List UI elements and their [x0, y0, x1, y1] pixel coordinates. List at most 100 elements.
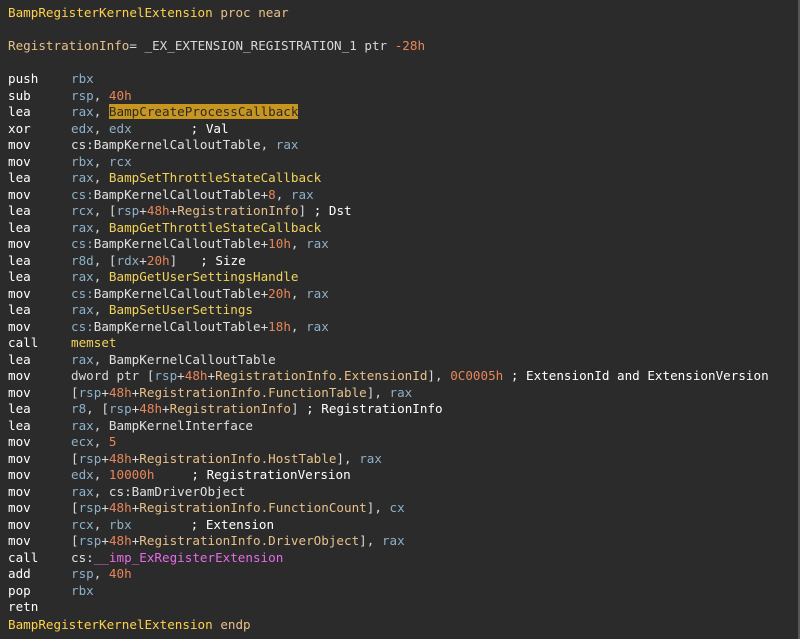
mnemonic: lea	[8, 219, 31, 235]
plus: +	[101, 500, 109, 515]
bracket: [	[71, 450, 79, 466]
disassembly-view[interactable]: BampRegisterKernelExtension proc near Re…	[0, 0, 800, 639]
separator: ,	[290, 318, 307, 334]
asm-line[interactable]: retn	[8, 599, 71, 615]
operand-reg: rsp	[78, 384, 102, 400]
separator: ,	[93, 417, 109, 433]
local-var-name[interactable]: RegistrationInfo	[8, 38, 129, 53]
operand-field[interactable]: RegistrationInfo.ExtensionId	[215, 368, 427, 383]
mnemonic: mov	[8, 450, 31, 466]
operand-symbol[interactable]: BampGetUserSettingsHandle	[109, 269, 299, 284]
asm-line[interactable]: push rbx	[8, 71, 94, 87]
separator: ,	[93, 467, 109, 482]
operand-reg: rax	[290, 186, 314, 202]
local-var-line[interactable]: RegistrationInfo= _EX_EXTENSION_REGISTRA…	[8, 38, 425, 54]
asm-line[interactable]: lea r8, [rsp+48h+RegistrationInfo] ; Regi…	[8, 401, 443, 417]
asm-line[interactable]: mov cs:BampKernelCalloutTable, rax	[8, 137, 298, 153]
operand-reg: rax	[359, 450, 382, 466]
operand-symbol[interactable]: BampKernelCalloutTable	[109, 352, 276, 367]
asm-line[interactable]: mov cs:BampKernelCalloutTable+18h, rax	[8, 319, 329, 335]
proc-name[interactable]: BampRegisterKernelExtension	[8, 617, 213, 632]
mnemonic: push	[8, 71, 39, 86]
operand-reg: rax	[306, 285, 329, 301]
operand-symbol[interactable]: cs:BampKernelCalloutTable	[71, 137, 261, 152]
mnemonic: mov	[8, 434, 31, 449]
operand-field[interactable]: RegistrationInfo.DriverObject	[139, 533, 359, 548]
operand-num: 40h	[108, 87, 132, 103]
operand-num: 5	[108, 434, 117, 449]
asm-line[interactable]: pop rbx	[8, 583, 94, 599]
asm-line[interactable]: mov cs:BampKernelCalloutTable+10h, rax	[8, 236, 329, 252]
operand-symbol[interactable]: BampKernelCalloutTable	[94, 319, 261, 334]
mnemonic: lea	[8, 104, 31, 119]
asm-line[interactable]: lea rax, BampCreateProcessCallback	[8, 104, 299, 120]
import-symbol[interactable]: __imp_ExRegisterExtension	[94, 550, 284, 565]
operand-symbol[interactable]: BampSetUserSettings	[109, 302, 253, 317]
asm-line[interactable]: lea rax, BampSetUserSettings	[8, 302, 253, 318]
mnemonic: mov	[8, 318, 31, 334]
proc-name[interactable]: BampRegisterKernelExtension	[8, 5, 213, 20]
operand-num: 48h	[108, 384, 132, 400]
operand-num: 48h	[139, 401, 163, 416]
asm-line[interactable]: mov cs:BampKernelCalloutTable+20h, rax	[8, 286, 329, 302]
mnemonic: lea	[8, 417, 31, 433]
highlighted-symbol[interactable]: BampCreateProcessCallback	[108, 104, 299, 119]
operand-reg: rsp	[71, 566, 94, 581]
operand-reg: rsp	[108, 401, 132, 416]
asm-line[interactable]: lea rax, BampKernelCalloutTable	[8, 352, 276, 368]
asm-line[interactable]: mov [rsp+48h+RegistrationInfo.FunctionTab…	[8, 385, 412, 401]
operand-field[interactable]: RegistrationInfo.FunctionTable	[139, 385, 366, 400]
operand-field[interactable]: RegistrationInfo	[170, 401, 291, 416]
asm-line[interactable]: mov [rsp+48h+RegistrationInfo.DriverObjec…	[8, 533, 405, 549]
asm-line[interactable]: mov rcx, rbx ; Extension	[8, 517, 274, 533]
operand-reg: rax	[71, 269, 94, 284]
operand-reg: rax	[275, 137, 299, 152]
asm-line[interactable]: lea rax, BampGetUserSettingsHandle	[8, 269, 298, 285]
asm-line[interactable]: mov [rsp+48h+RegistrationInfo.HostTable],…	[8, 451, 382, 467]
operand-num: 48h	[108, 500, 132, 515]
operand-symbol[interactable]: memset	[71, 335, 117, 350]
operand-symbol[interactable]: BampKernelInterface	[109, 418, 253, 433]
segment-prefix: cs:	[71, 549, 94, 565]
operand-symbol[interactable]: BampSetThrottleStateCallback	[109, 170, 321, 185]
proc-keyword: proc near	[220, 5, 289, 20]
proc-header-line[interactable]: BampRegisterKernelExtension proc near	[8, 5, 289, 21]
asm-line[interactable]: mov edx, 10000h ; RegistrationVersion	[8, 467, 351, 483]
separator: ,	[93, 203, 109, 218]
asm-line[interactable]: lea r8d, [rdx+20h] ; Size	[8, 253, 246, 269]
mnemonic: call	[8, 335, 39, 350]
operand-reg: r8	[71, 401, 87, 416]
asm-line[interactable]: mov rax, cs:BamDriverObject	[8, 484, 245, 500]
operand-reg: rbx	[71, 71, 94, 86]
operand-symbol[interactable]: BampKernelCalloutTable	[94, 286, 261, 301]
operand-reg: rax	[381, 533, 405, 548]
segment-prefix: cs:	[71, 285, 94, 301]
asm-line[interactable]: lea rcx, [rsp+48h+RegistrationInfo] ; Dst	[8, 203, 352, 219]
asm-line[interactable]: lea rax, BampSetThrottleStateCallback	[8, 170, 321, 186]
asm-line[interactable]: call memset	[8, 335, 117, 351]
separator: ,	[93, 87, 109, 103]
operand-field[interactable]: RegistrationInfo	[177, 203, 298, 218]
proc-end-line[interactable]: BampRegisterKernelExtension endp	[8, 617, 251, 633]
asm-line[interactable]: call cs:__imp_ExRegisterExtension	[8, 550, 283, 566]
asm-line[interactable]: sub rsp, 40h	[8, 88, 132, 104]
asm-line[interactable]: mov [rsp+48h+RegistrationInfo.FunctionCou…	[8, 500, 405, 516]
operand-field[interactable]: RegistrationInfo.FunctionCount	[139, 500, 366, 515]
operand-symbol[interactable]: BampKernelCalloutTable	[94, 236, 261, 251]
operand-num: 18h	[268, 318, 291, 334]
asm-line[interactable]: xor edx, edx ; Val	[8, 121, 229, 137]
separator: ,	[260, 137, 276, 152]
asm-line[interactable]: mov rbx, rcx	[8, 154, 132, 170]
separator: ,	[93, 252, 109, 268]
plus: +	[177, 368, 185, 383]
operand-symbol[interactable]: cs:BamDriverObject	[109, 484, 245, 499]
asm-line[interactable]: lea rax, BampGetThrottleStateCallback	[8, 220, 321, 236]
asm-line[interactable]: lea rax, BampKernelInterface	[8, 418, 253, 434]
asm-line[interactable]: mov cs:BampKernelCalloutTable+8, rax	[8, 187, 314, 203]
operand-symbol[interactable]: BampGetThrottleStateCallback	[109, 220, 321, 235]
operand-symbol[interactable]: BampKernelCalloutTable	[94, 187, 261, 202]
asm-line[interactable]: add rsp, 40h	[8, 566, 132, 582]
operand-field[interactable]: RegistrationInfo.HostTable	[139, 451, 336, 466]
asm-line[interactable]: mov dword ptr [rsp+48h+RegistrationInfo.E…	[8, 368, 769, 384]
asm-line[interactable]: mov ecx, 5	[8, 434, 117, 450]
